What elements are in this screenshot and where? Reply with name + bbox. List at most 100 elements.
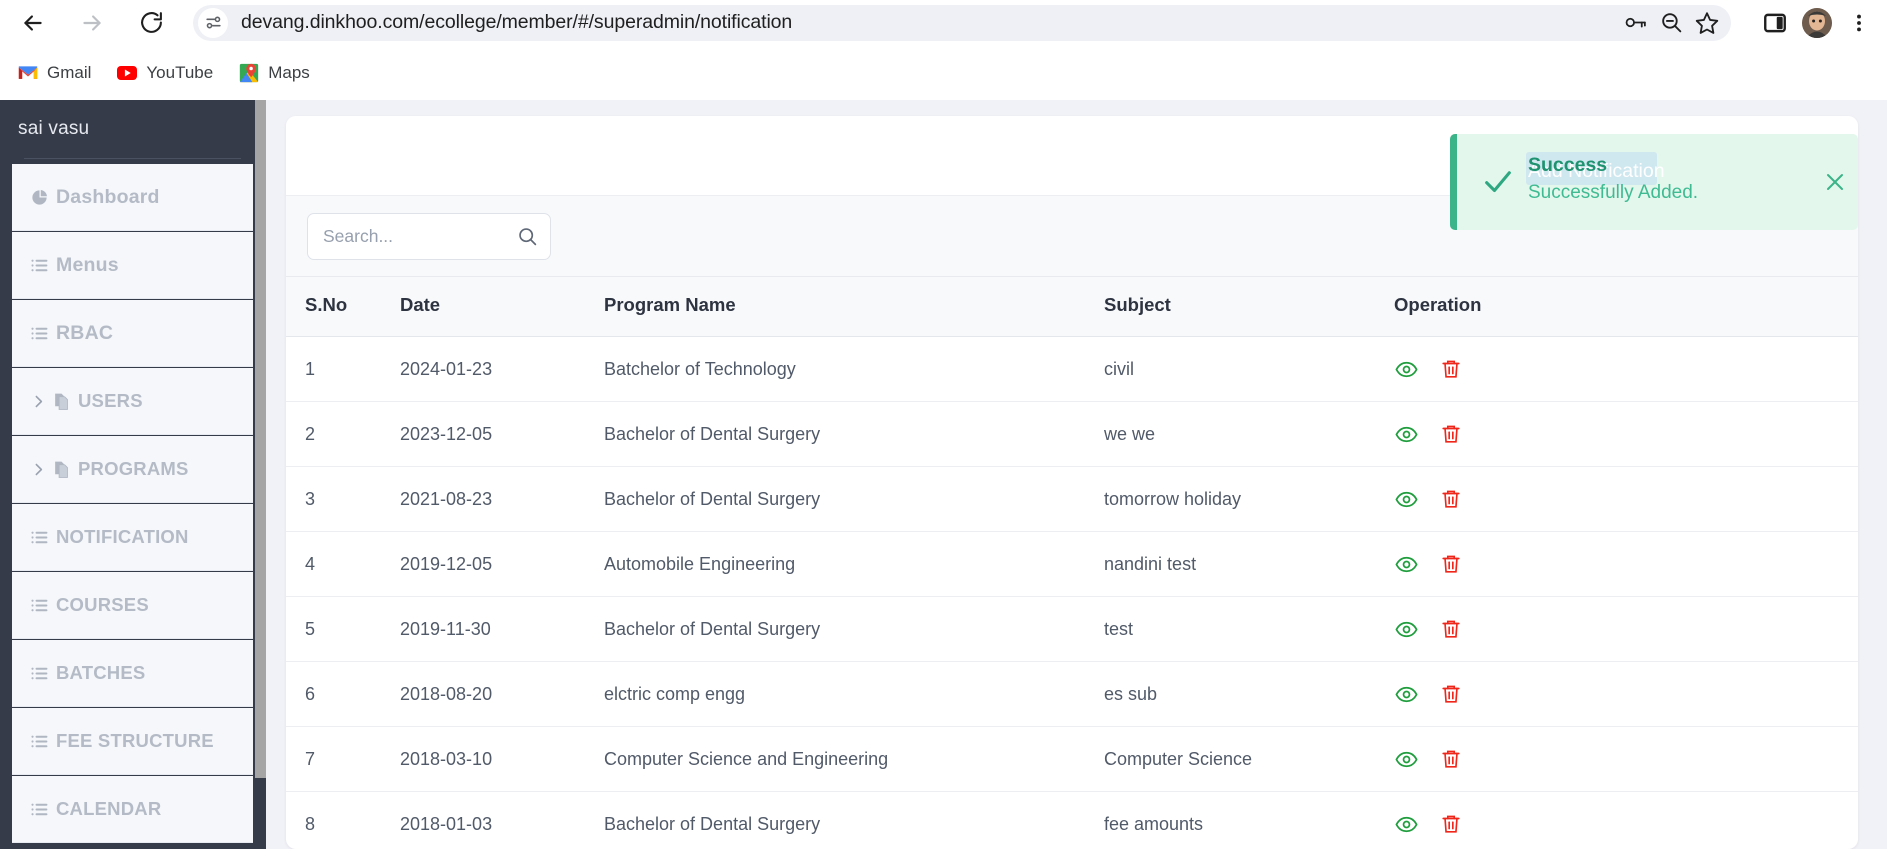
reload-icon bbox=[140, 12, 162, 33]
side-panel-icon bbox=[1764, 13, 1786, 32]
cell-operation bbox=[1394, 791, 1858, 849]
view-button[interactable] bbox=[1394, 487, 1418, 511]
chevron-right-icon[interactable] bbox=[30, 461, 52, 478]
view-icon bbox=[1394, 426, 1418, 442]
zoom-button[interactable] bbox=[1653, 5, 1689, 41]
chevron-right-icon bbox=[35, 463, 43, 475]
sidebar-item-label: NOTIFICATION bbox=[56, 526, 189, 547]
table-body: 1 2024-01-23 Batchelor of Technology civil 2… bbox=[286, 336, 1858, 849]
reload-button[interactable] bbox=[128, 0, 174, 46]
cell-subject: fee amounts bbox=[1104, 791, 1394, 849]
view-button[interactable] bbox=[1394, 812, 1418, 836]
bookmark-star-icon bbox=[1695, 11, 1719, 34]
column-header-subject[interactable]: Subject bbox=[1104, 277, 1394, 337]
operation-buttons bbox=[1394, 812, 1858, 836]
view-button[interactable] bbox=[1394, 747, 1418, 771]
search-input[interactable] bbox=[307, 212, 551, 260]
site-info-button[interactable] bbox=[198, 7, 228, 38]
bookmark-youtube[interactable]: YouTube bbox=[109, 56, 221, 90]
sidebar-item-menus[interactable]: Menus bbox=[12, 232, 253, 299]
view-icon bbox=[1394, 556, 1418, 572]
bookmark-button[interactable] bbox=[1689, 5, 1725, 41]
copy-icon bbox=[52, 460, 78, 479]
profile-avatar[interactable] bbox=[1802, 7, 1832, 38]
view-button[interactable] bbox=[1394, 617, 1418, 641]
search-icon[interactable] bbox=[517, 226, 538, 247]
cell-sno: 3 bbox=[286, 466, 400, 532]
column-header-date[interactable]: Date bbox=[400, 277, 604, 337]
sidebar-item-calendar[interactable]: CALENDAR bbox=[12, 776, 253, 843]
view-button[interactable] bbox=[1394, 682, 1418, 706]
cell-program: Batchelor of Technology bbox=[604, 336, 1104, 402]
delete-icon bbox=[1442, 685, 1460, 703]
sidebar-item-rbac[interactable]: RBAC bbox=[12, 300, 253, 367]
chrome-menu-button[interactable] bbox=[1839, 3, 1879, 43]
bookmarks-bar: Gmail YouTube Maps bbox=[0, 45, 1887, 100]
sidebar-item-notification[interactable]: NOTIFICATION bbox=[12, 504, 253, 571]
delete-button[interactable] bbox=[1439, 487, 1463, 511]
column-header-program[interactable]: Program Name bbox=[604, 277, 1104, 337]
view-icon bbox=[1394, 621, 1418, 637]
toast-message: Successfully Added. bbox=[1528, 182, 1699, 203]
column-header-sno[interactable]: S.No bbox=[286, 277, 400, 337]
cell-operation bbox=[1394, 726, 1858, 792]
delete-button[interactable] bbox=[1439, 682, 1463, 706]
sidebar-item-batches[interactable]: BATCHES bbox=[12, 640, 253, 707]
view-icon bbox=[1394, 491, 1418, 507]
success-toast: Add Notification Success Successfully Ad… bbox=[1450, 134, 1858, 230]
view-button[interactable] bbox=[1394, 357, 1418, 381]
chevron-right-icon[interactable] bbox=[30, 393, 52, 410]
cell-subject: civil bbox=[1104, 336, 1394, 402]
cell-date: 2023-12-05 bbox=[400, 401, 604, 467]
table-row: 5 2019-11-30 Bachelor of Dental Surgery tes… bbox=[286, 596, 1858, 662]
delete-button[interactable] bbox=[1439, 357, 1463, 381]
zoom-out-icon bbox=[1661, 13, 1681, 33]
sidebar-item-courses[interactable]: COURSES bbox=[12, 572, 253, 639]
sidebar-scrollbar-thumb[interactable] bbox=[255, 778, 266, 849]
list-icon bbox=[31, 327, 48, 339]
sidebar-item-fee-structure[interactable]: FEE STRUCTURE bbox=[12, 708, 253, 775]
sidebar-item-label: RBAC bbox=[56, 321, 114, 344]
notification-card: S.No Date Program Name Subject Operation… bbox=[286, 116, 1858, 849]
list-icon bbox=[31, 667, 48, 679]
view-icon bbox=[1394, 361, 1418, 377]
bookmark-gmail[interactable]: Gmail bbox=[10, 56, 99, 90]
cell-program: elctric comp engg bbox=[604, 661, 1104, 727]
bookmark-maps[interactable]: Maps bbox=[231, 56, 318, 90]
delete-button[interactable] bbox=[1439, 617, 1463, 641]
cell-sno: 6 bbox=[286, 661, 400, 727]
delete-button[interactable] bbox=[1439, 747, 1463, 771]
cell-operation bbox=[1394, 401, 1858, 467]
sidebar-item-label: Menus bbox=[56, 253, 119, 276]
delete-button[interactable] bbox=[1439, 552, 1463, 576]
operation-buttons bbox=[1394, 617, 1858, 641]
sidebar-item-label: USERS bbox=[78, 390, 143, 411]
password-key-button[interactable] bbox=[1617, 5, 1653, 41]
view-button[interactable] bbox=[1394, 552, 1418, 576]
chrome-right-actions bbox=[1755, 3, 1879, 43]
operation-buttons bbox=[1394, 487, 1858, 511]
cell-operation bbox=[1394, 661, 1858, 727]
delete-icon bbox=[1442, 490, 1460, 508]
sidebar-item-users[interactable]: USERS bbox=[12, 368, 253, 435]
delete-button[interactable] bbox=[1439, 422, 1463, 446]
cell-sno: 1 bbox=[286, 336, 400, 402]
list-icon bbox=[30, 800, 56, 819]
sidebar-scrollbar-track[interactable] bbox=[255, 100, 266, 849]
delete-button[interactable] bbox=[1439, 812, 1463, 836]
page-viewport: sai vasu Dashboard Menus RBAC USERS PROGRAMS… bbox=[0, 100, 1887, 849]
back-button[interactable] bbox=[10, 0, 56, 46]
toast-body: Add Notification Success Successfully Ad… bbox=[1526, 134, 1812, 230]
toast-close-button[interactable] bbox=[1812, 134, 1858, 230]
address-bar[interactable]: devang.dinkhoo.com/ecollege/member/#/sup… bbox=[193, 4, 1731, 41]
side-panel-button[interactable] bbox=[1755, 3, 1795, 43]
forward-button[interactable] bbox=[69, 0, 115, 46]
sidebar-item-dashboard[interactable]: Dashboard bbox=[12, 164, 253, 231]
sidebar-item-programs[interactable]: PROGRAMS bbox=[12, 436, 253, 503]
avatar-image bbox=[1802, 7, 1832, 38]
delete-icon bbox=[1442, 360, 1460, 378]
list-icon bbox=[31, 599, 48, 611]
list-icon bbox=[31, 803, 48, 815]
view-button[interactable] bbox=[1394, 422, 1418, 446]
cell-program: Bachelor of Dental Surgery bbox=[604, 596, 1104, 662]
